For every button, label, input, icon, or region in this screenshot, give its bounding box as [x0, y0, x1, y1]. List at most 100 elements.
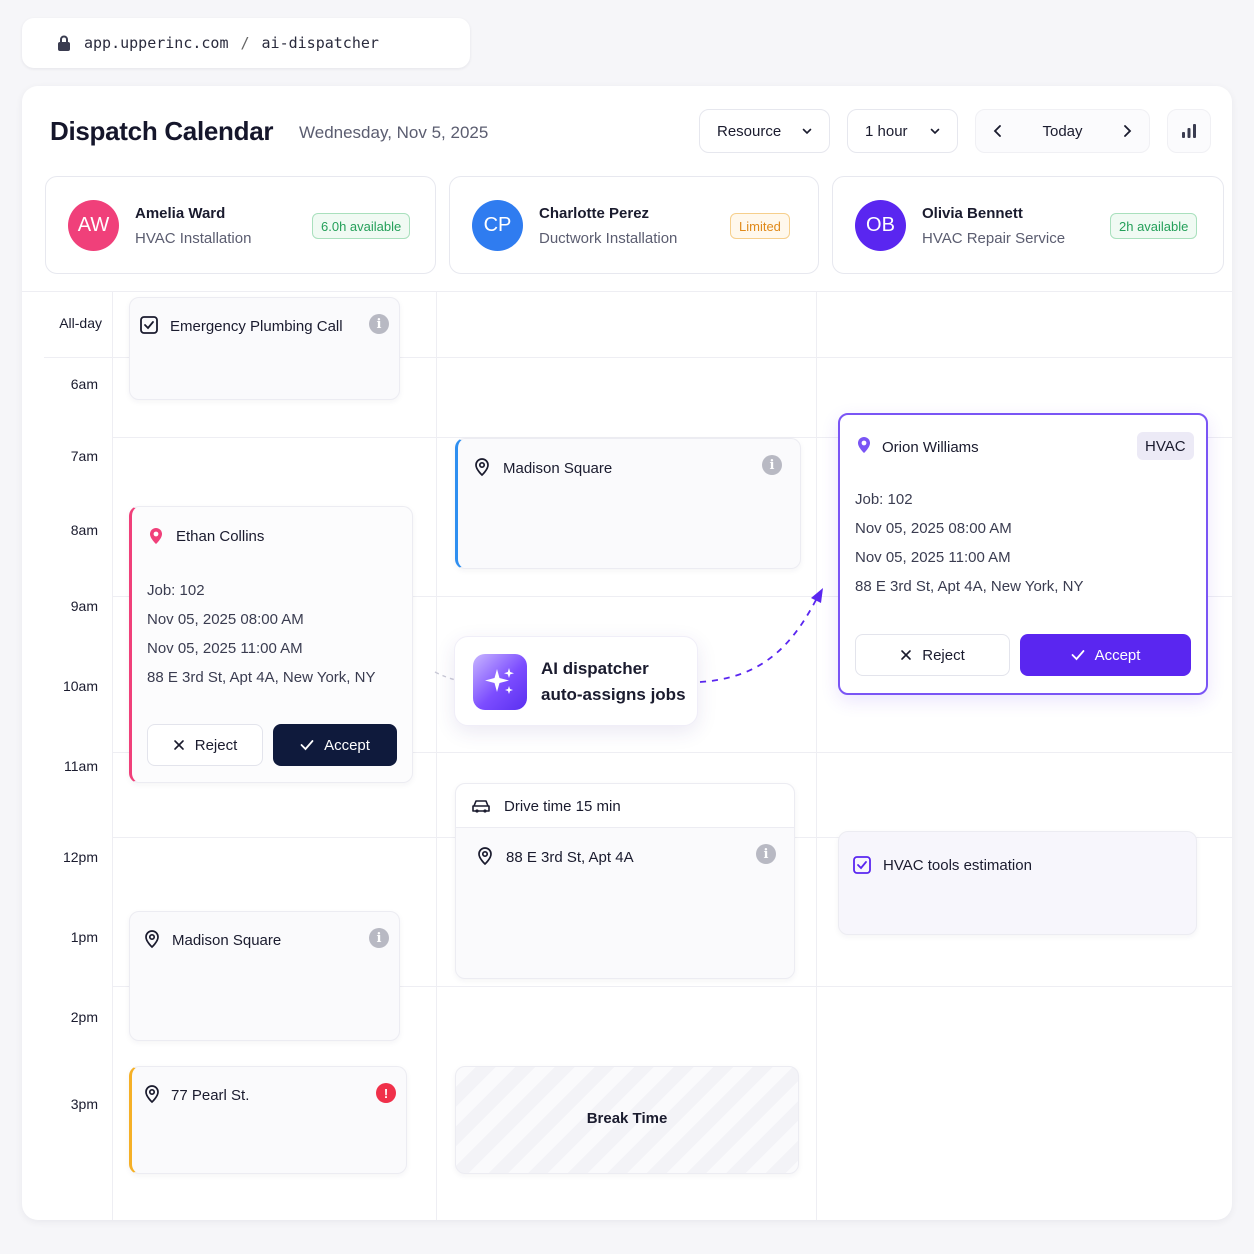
event-hvac-tools-estimation[interactable]: HVAC tools estimation: [838, 831, 1197, 935]
event-drive-and-job[interactable]: Drive time 15 min 88 E 3rd St, Apt 4A i: [455, 783, 795, 979]
time-label: 10am: [62, 678, 98, 694]
chevron-right-icon[interactable]: [1121, 124, 1133, 138]
car-icon: [472, 800, 490, 813]
time-label: 8am: [70, 522, 98, 538]
today-button[interactable]: Today: [1042, 123, 1082, 140]
location-pin-icon: [145, 1085, 159, 1104]
resource-name: Olivia Bennett: [922, 205, 1023, 222]
check-icon: [300, 740, 314, 751]
time-label: 2pm: [70, 1009, 98, 1025]
resource-role: HVAC Installation: [135, 230, 252, 247]
job-end: Nov 05, 2025 11:00 AM: [147, 640, 303, 657]
event-madison-square-bottom[interactable]: Madison Square i: [129, 911, 400, 1041]
interval-select[interactable]: 1 hour: [847, 109, 958, 153]
event-emergency-plumbing[interactable]: Emergency Plumbing Call i: [129, 297, 400, 400]
close-icon: [901, 650, 912, 660]
avatar: CP: [472, 200, 523, 251]
resource-role: HVAC Repair Service: [922, 230, 1066, 247]
bar-chart-icon: [1182, 124, 1196, 138]
time-label: 1pm: [70, 929, 98, 945]
reject-button[interactable]: Reject: [855, 634, 1010, 676]
info-icon[interactable]: i: [756, 844, 776, 864]
event-break-time[interactable]: Break Time: [455, 1066, 799, 1174]
service-tag: HVAC: [1137, 432, 1194, 460]
event-pearl-street[interactable]: 77 Pearl St. !: [129, 1066, 407, 1174]
accept-label: Accept: [1094, 646, 1141, 664]
job-card-orion-williams[interactable]: Orion Williams HVAC Job: 102 Nov 05, 202…: [838, 413, 1208, 695]
info-icon[interactable]: i: [762, 455, 782, 475]
event-madison-square-top[interactable]: Madison Square i: [455, 438, 801, 569]
info-icon[interactable]: i: [369, 928, 389, 948]
job-customer-name: Orion Williams: [882, 439, 979, 456]
location-pin-icon: [475, 458, 489, 477]
time-label: 12pm: [62, 849, 98, 865]
stats-button[interactable]: [1167, 109, 1211, 153]
drive-time-bar: Drive time 15 min: [456, 784, 794, 828]
checkbox-icon: [140, 316, 158, 334]
avatar: AW: [68, 200, 119, 251]
job-start: Nov 05, 2025 08:00 AM: [147, 611, 304, 628]
time-label: 9am: [70, 598, 98, 614]
chevron-left-icon[interactable]: [992, 124, 1004, 138]
resource-card-olivia[interactable]: OB Olivia Bennett HVAC Repair Service 2h…: [832, 176, 1224, 274]
reject-button[interactable]: Reject: [147, 724, 263, 766]
availability-badge: 2h available: [1110, 213, 1198, 239]
time-label: 11am: [64, 758, 98, 774]
view-select[interactable]: Resource: [699, 109, 830, 153]
accept-button[interactable]: Accept: [1020, 634, 1191, 676]
url-separator: /: [240, 34, 250, 52]
ai-callout-line2: auto-assigns jobs: [541, 685, 686, 704]
accept-label: Accept: [324, 736, 370, 754]
event-title: HVAC tools estimation: [883, 857, 1032, 874]
availability-badge: Limited: [730, 213, 790, 239]
view-select-label: Resource: [717, 122, 782, 140]
event-title: Emergency Plumbing Call: [170, 318, 343, 335]
resource-card-amelia[interactable]: AW Amelia Ward HVAC Installation 6.0h av…: [45, 176, 436, 274]
ai-dispatcher-callout: AI dispatcher auto-assigns jobs: [454, 636, 698, 726]
chevron-down-icon: [930, 128, 940, 135]
job-address: 88 E 3rd St, Apt 4A, New York, NY: [855, 578, 1084, 595]
resource-name: Charlotte Perez: [539, 205, 650, 222]
url-bar[interactable]: app.upperinc.com / ai-dispatcher: [22, 18, 470, 68]
accept-button[interactable]: Accept: [273, 724, 397, 766]
resource-card-charlotte[interactable]: CP Charlotte Perez Ductwork Installation…: [449, 176, 819, 274]
url-path: ai-dispatcher: [261, 34, 379, 52]
lock-icon: [58, 35, 70, 51]
event-title: 88 E 3rd St, Apt 4A: [506, 849, 634, 866]
job-card-ethan-collins[interactable]: Ethan Collins Job: 102 Nov 05, 2025 08:0…: [129, 506, 413, 783]
current-date: Wednesday, Nov 5, 2025: [299, 123, 489, 142]
time-label: All-day: [59, 315, 102, 331]
availability-badge: 6.0h available: [312, 213, 411, 239]
event-title: Madison Square: [503, 460, 613, 477]
interval-select-label: 1 hour: [865, 122, 908, 140]
calendar-grid: All-day 6am 7am 8am 9am 10am 11am 12pm 1…: [22, 291, 1232, 1220]
drive-time-label: Drive time 15 min: [504, 798, 621, 815]
info-icon[interactable]: i: [369, 314, 389, 334]
resource-name: Amelia Ward: [135, 205, 226, 222]
job-address: 88 E 3rd St, Apt 4A, New York, NY: [147, 669, 376, 686]
job-start: Nov 05, 2025 08:00 AM: [855, 520, 1012, 537]
time-label: 7am: [70, 448, 98, 464]
job-end: Nov 05, 2025 11:00 AM: [855, 549, 1011, 566]
event-title: Madison Square: [172, 932, 282, 949]
event-title: Break Time: [586, 1110, 668, 1127]
close-icon: [173, 740, 184, 750]
sparkle-icon: [473, 654, 527, 710]
location-pin-icon: [150, 528, 162, 544]
checkbox-icon: [853, 856, 871, 874]
job-customer-name: Ethan Collins: [176, 528, 265, 545]
ai-callout-line1: AI dispatcher: [541, 659, 649, 678]
avatar: OB: [855, 200, 906, 251]
location-pin-icon: [858, 437, 870, 453]
reject-label: Reject: [194, 736, 238, 754]
check-icon: [1071, 650, 1084, 661]
resource-role: Ductwork Installation: [539, 230, 678, 247]
reject-label: Reject: [922, 646, 965, 664]
time-label: 3pm: [70, 1096, 98, 1112]
alert-icon[interactable]: !: [376, 1083, 396, 1103]
location-pin-icon: [145, 930, 159, 949]
url-domain: app.upperinc.com: [84, 34, 229, 52]
event-title: 77 Pearl St.: [171, 1087, 250, 1104]
page-title: Dispatch Calendar: [50, 116, 274, 146]
job-number: Job: 102: [147, 582, 205, 599]
